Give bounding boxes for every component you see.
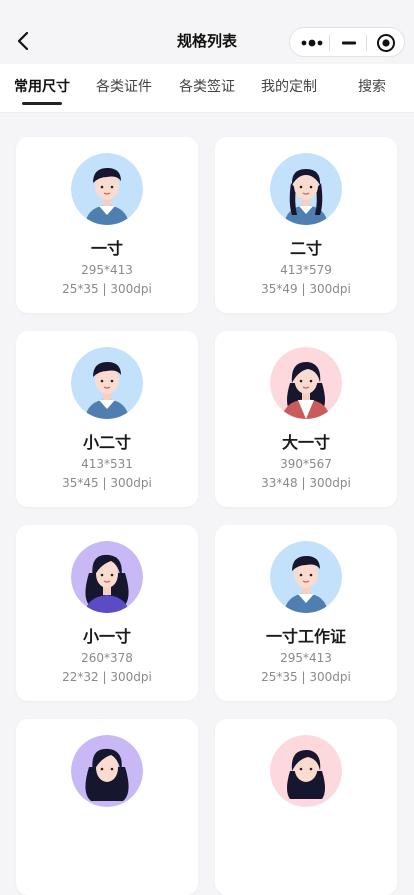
print-spec: 25*35 | 300dpi: [261, 670, 351, 684]
size-name: 小一寸: [82, 627, 131, 646]
size-card-4[interactable]: 大一寸 390*567 33*48 | 300dpi: [215, 331, 397, 507]
pixel-size: 413*579: [280, 263, 332, 277]
minimize-icon[interactable]: [340, 35, 358, 51]
avatar: [270, 153, 342, 225]
size-card-3[interactable]: 小二寸 413*531 35*45 | 300dpi: [16, 331, 198, 507]
print-spec: 22*32 | 300dpi: [62, 670, 152, 684]
tab-visas[interactable]: 各类签证: [179, 76, 235, 96]
tab-common-sizes[interactable]: 常用尺寸: [14, 76, 70, 96]
avatar: [71, 347, 143, 419]
capsule-divider: [366, 35, 367, 51]
pixel-size: 413*531: [81, 457, 133, 471]
pixel-size: 295*413: [280, 651, 332, 665]
category-tabs: 常用尺寸 各类证件 各类签证 我的定制 搜索: [0, 64, 414, 113]
size-name: 小二寸: [82, 433, 131, 452]
capsule-divider: [329, 35, 330, 51]
active-tab-indicator: [22, 102, 62, 105]
avatar: [71, 153, 143, 225]
woman-purple-icon: [71, 735, 143, 807]
size-card-1[interactable]: 一寸 295*413 25*35 | 300dpi: [16, 137, 198, 313]
avatar: [71, 735, 143, 807]
size-name: 二寸: [289, 239, 322, 258]
avatar: [270, 347, 342, 419]
pixel-size: 390*567: [280, 457, 332, 471]
tab-id-documents[interactable]: 各类证件: [96, 76, 152, 96]
print-spec: 35*45 | 300dpi: [62, 476, 152, 490]
size-card-5[interactable]: 小一寸 260*378 22*32 | 300dpi: [16, 525, 198, 701]
girl-braids-blue-icon: [270, 153, 342, 225]
pixel-size: 260*378: [81, 651, 133, 665]
boy-blue-icon: [71, 347, 143, 419]
size-card-6[interactable]: 一寸工作证 295*413 25*35 | 300dpi: [215, 525, 397, 701]
woman-pink-icon: [270, 735, 342, 807]
avatar: [71, 541, 143, 613]
size-name: 大一寸: [281, 433, 330, 452]
print-spec: 33*48 | 300dpi: [261, 476, 351, 490]
size-card-2[interactable]: 二寸 413*579 35*49 | 300dpi: [215, 137, 397, 313]
avatar: [270, 541, 342, 613]
avatar: [270, 735, 342, 807]
close-target-icon[interactable]: [376, 33, 396, 53]
size-card-7[interactable]: [16, 719, 198, 895]
woman-pink-icon: [270, 347, 342, 419]
size-name: 一寸工作证: [265, 627, 346, 646]
pixel-size: 295*413: [81, 263, 133, 277]
more-dots-icon[interactable]: [300, 36, 324, 50]
tab-search[interactable]: 搜索: [358, 76, 386, 96]
size-name: 一寸: [90, 239, 123, 258]
size-card-8[interactable]: [215, 719, 397, 895]
woman-purple-icon: [71, 541, 143, 613]
mini-program-capsule: [289, 27, 405, 57]
nav-bar: 规格列表: [0, 0, 414, 64]
boy-blue-icon: [270, 541, 342, 613]
print-spec: 35*49 | 300dpi: [261, 282, 351, 296]
print-spec: 25*35 | 300dpi: [62, 282, 152, 296]
tab-my-custom[interactable]: 我的定制: [261, 76, 317, 96]
boy-blue-icon: [71, 153, 143, 225]
